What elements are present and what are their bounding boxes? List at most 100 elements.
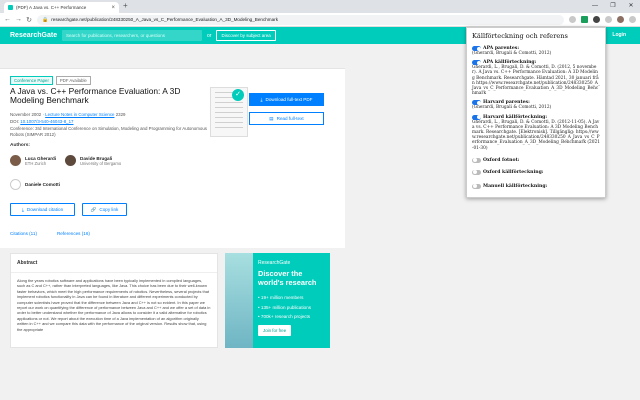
link-icon: 🔗 <box>90 206 97 212</box>
toggle-switch[interactable] <box>472 114 481 120</box>
lock-icon: 🔒 <box>42 16 49 23</box>
doi-line: DOI: 10.1007/3-540-46043-8_17 <box>10 119 73 124</box>
download-pdf-button[interactable]: ⤓ Download full-text PDF <box>249 93 324 106</box>
author-affiliation: University of Bergamo <box>80 160 122 166</box>
read-full-text-label: Read full-text <box>276 116 304 121</box>
paper-title: A Java vs. C++ Performance Evaluation: A… <box>10 86 181 106</box>
abstract-text: Along the years robotics software and ap… <box>17 278 211 332</box>
paper-tabs: Citations (11) References (16) <box>10 231 90 236</box>
doi-link[interactable]: 10.1007/3-540-46043-8_17 <box>20 119 73 124</box>
author-affiliation: ETH Zurich <box>25 160 47 166</box>
copy-link-button[interactable]: 🔗 Copy link <box>82 203 127 216</box>
download-citation-label: Download citation <box>26 207 64 212</box>
promo-logo: ResearchGate <box>258 260 291 266</box>
puzzle-icon[interactable] <box>605 16 612 23</box>
browser-toolbar: ← → ↻ 🔒 researchgate.net/publication/248… <box>0 13 640 27</box>
star-icon[interactable] <box>569 16 576 23</box>
citation-text[interactable]: Gherardi, L., Brugali, D. & Comotti, D. … <box>472 120 600 151</box>
author-avatar <box>10 155 21 166</box>
tab-close-icon[interactable]: × <box>111 5 115 11</box>
researchgate-logo[interactable]: ResearchGate <box>10 32 62 39</box>
author-name: Luca Gherardi <box>25 155 57 161</box>
citation-section: Harvard källförteckning: Gherardi, L., B… <box>472 114 600 151</box>
author-avatar <box>65 155 76 166</box>
join-free-button[interactable]: Join for free <box>258 325 292 336</box>
site-search-input[interactable]: Search for publications, researchers, or… <box>62 30 202 41</box>
series-link[interactable]: Lecture Notes in Computer Science <box>45 112 114 117</box>
authors-label: Authors: <box>10 143 30 148</box>
read-full-text-button[interactable]: ▤ Read full-text <box>249 112 324 125</box>
toggle-switch[interactable] <box>472 169 481 175</box>
download-icon: ⤓ <box>21 207 24 212</box>
close-window-button[interactable]: ✕ <box>622 0 640 13</box>
citation-section: Harvard parentes: (Gherardi, Brugali & C… <box>472 100 600 110</box>
forward-icon[interactable]: → <box>15 16 22 23</box>
extension-icon[interactable] <box>593 16 600 23</box>
reload-icon[interactable]: ↻ <box>26 16 32 24</box>
tab-title: (PDF) A Java vs. C++ Performance <box>16 5 87 10</box>
author-card[interactable]: Davide Brugali University of Bergamo <box>65 155 121 166</box>
check-icon: ✓ <box>232 89 244 101</box>
promo-image <box>225 253 253 348</box>
abstract-heading: Abstract <box>11 254 217 273</box>
discover-subject-button[interactable]: Discover by subject area <box>216 30 276 41</box>
toggle-switch[interactable] <box>472 100 481 106</box>
signup-promo: ResearchGate Discover the world's resear… <box>225 253 330 348</box>
citation-text[interactable]: Gherardi, L., Brugali, D. & Comotti, D. … <box>472 65 600 96</box>
citation-section: Oxford fotnot: <box>472 157 600 163</box>
promo-stats: • 19+ million members • 135+ million pub… <box>258 293 311 322</box>
researchgate-favicon-icon <box>8 5 13 10</box>
download-icon: ⤓ <box>260 97 263 102</box>
new-tab-button[interactable]: + <box>123 2 128 10</box>
promo-stat: • 700k+ research projects <box>258 314 311 319</box>
doi-label: DOI: <box>10 119 21 124</box>
download-citation-button[interactable]: ⤓ Download citation <box>10 203 75 216</box>
window-controls: — ❐ ✕ <box>586 0 640 13</box>
promo-stat: • 19+ million members <box>258 295 304 300</box>
section-label: Manuell källförteckning: <box>483 183 548 189</box>
conference-paper-badge: Conference Paper <box>10 76 53 85</box>
citation-section: APA parentes: (Gherardi, Brugali & Comot… <box>472 46 600 56</box>
toggle-switch[interactable] <box>472 183 481 189</box>
browser-tab[interactable]: (PDF) A Java vs. C++ Performance × <box>4 2 119 13</box>
paper-date-line: November 2002 · Lecture Notes in Compute… <box>10 112 125 117</box>
address-bar[interactable]: 🔒 researchgate.net/publication/248330250… <box>37 14 564 25</box>
paper-badges: Conference Paper PDF Available <box>10 76 91 85</box>
maximize-button[interactable]: ❐ <box>604 0 622 13</box>
citation-text[interactable]: (Gherardi, Brugali & Comotti, 2012) <box>472 51 600 56</box>
toggle-switch[interactable] <box>472 60 481 66</box>
copy-link-label: Copy link <box>99 207 119 212</box>
or-label: or <box>207 32 212 39</box>
url-text: researchgate.net/publication/248330250_A… <box>51 17 279 22</box>
toggle-switch[interactable] <box>472 46 481 51</box>
tab-citations[interactable]: Citations (11) <box>10 231 37 236</box>
document-icon: ▤ <box>269 115 274 121</box>
section-label: Oxford fotnot: <box>483 157 520 163</box>
author-card[interactable]: Luca Gherardi ETH Zurich <box>10 155 56 166</box>
download-pdf-label: Download full-text PDF <box>265 97 313 102</box>
citation-section: Oxford källförteckning: <box>472 169 600 175</box>
promo-headline: Discover the world's research <box>258 269 317 287</box>
pdf-available-badge: PDF Available <box>55 76 91 85</box>
back-icon[interactable]: ← <box>4 16 11 23</box>
paper-date: November 2002 · <box>10 112 46 117</box>
abstract-panel: Abstract Along the years robotics softwa… <box>10 253 218 348</box>
citation-text[interactable]: (Gherardi, Brugali & Comotti, 2012) <box>472 105 600 110</box>
citation-section: Manuell källförteckning: <box>472 183 600 189</box>
section-label: Harvard källförteckning: <box>483 114 548 120</box>
popup-title: Källförteckning och referens <box>472 32 568 40</box>
author-name: Daniele Comotti <box>25 182 60 187</box>
author-card[interactable]: Daniele Comotti <box>10 179 60 190</box>
tab-references[interactable]: References (16) <box>57 231 90 236</box>
minimize-button[interactable]: — <box>586 0 604 13</box>
author-avatar <box>10 179 21 190</box>
login-link[interactable]: Login <box>612 31 626 40</box>
series-volume: 2329 <box>114 112 126 117</box>
profile-avatar[interactable] <box>617 16 624 23</box>
citation-section: APA källförteckning: Gherardi, L., Bruga… <box>472 60 600 96</box>
promo-stat: • 135+ million publications <box>258 304 312 310</box>
toggle-switch[interactable] <box>472 157 481 163</box>
section-label: Oxford källförteckning: <box>483 169 544 175</box>
extension-citation-icon[interactable] <box>581 16 588 23</box>
menu-icon[interactable] <box>629 16 636 23</box>
